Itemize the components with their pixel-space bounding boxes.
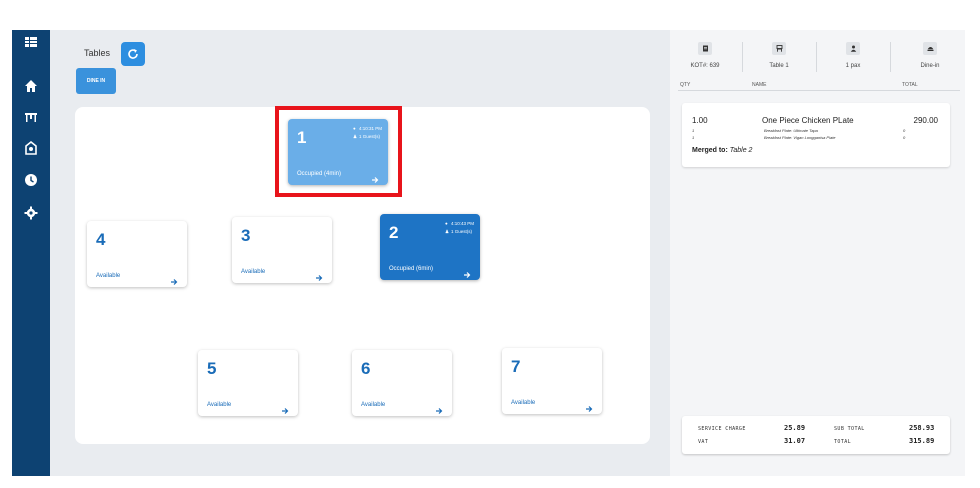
arrow-right-icon bbox=[170, 273, 178, 285]
modifier-name: Breakfast Plate: Vigan Longganisa Plate bbox=[764, 135, 836, 140]
kot-info: KOT#: 639 bbox=[675, 42, 735, 69]
vat-value: 31.07 bbox=[784, 437, 806, 445]
home-icon[interactable] bbox=[21, 76, 41, 96]
table-status: Available bbox=[361, 402, 386, 408]
modifier-qty: 1 bbox=[692, 135, 695, 140]
table-icon[interactable] bbox=[21, 107, 41, 127]
table-status: Available bbox=[241, 269, 266, 275]
table-status: Available bbox=[207, 402, 232, 408]
table-info: Table 1 bbox=[749, 42, 809, 69]
selection-highlight bbox=[275, 106, 402, 197]
receipt-icon[interactable] bbox=[21, 138, 41, 158]
table-number: 5 bbox=[207, 359, 217, 378]
page-title: Tables bbox=[84, 48, 111, 58]
app-window: Tables DINE IN 1 ● 4:10:31 PM ♟ 1 Guest(s)… bbox=[12, 30, 965, 476]
pax-info: 1 pax bbox=[823, 42, 883, 69]
sub-total-label: SUB TOTAL bbox=[834, 426, 865, 432]
document-icon bbox=[698, 42, 712, 55]
column-total: TOTAL bbox=[902, 82, 918, 88]
table-status: Occupied (6min) bbox=[389, 266, 434, 272]
chair-icon bbox=[772, 42, 786, 55]
service-charge-value: 25.89 bbox=[784, 424, 806, 432]
item-qty: 1.00 bbox=[692, 116, 708, 125]
arrow-right-icon bbox=[435, 402, 443, 414]
clock-icon[interactable] bbox=[21, 170, 41, 190]
modifier-name: Breakfast Plate: Ultimate Tapa bbox=[764, 128, 818, 133]
arrow-right-icon bbox=[281, 402, 289, 414]
table-card-7[interactable]: 7 Available bbox=[502, 348, 602, 414]
arrow-right-icon bbox=[463, 266, 471, 278]
table-meta: ● 4:10:43 PM ♟ 1 Guest(s) bbox=[444, 221, 474, 234]
service-type-info: Dine-in bbox=[900, 42, 960, 69]
service-charge-label: SERVICE CHARGE bbox=[698, 426, 746, 432]
arrow-right-icon bbox=[585, 400, 593, 412]
order-item[interactable]: 1.00 One Piece Chicken PLate 290.00 1 Br… bbox=[682, 103, 950, 167]
item-total: 290.00 bbox=[913, 116, 938, 125]
dine-in-icon bbox=[923, 42, 937, 55]
table-card-5[interactable]: 5 Available bbox=[198, 350, 298, 416]
table-number: 4 bbox=[96, 230, 106, 249]
item-name: One Piece Chicken PLate bbox=[762, 116, 854, 125]
person-icon bbox=[846, 42, 860, 55]
total-label: TOTAL bbox=[834, 439, 852, 445]
dine-in-button[interactable]: DINE IN bbox=[76, 68, 116, 94]
vat-label: VAT bbox=[698, 439, 709, 445]
table-number: 7 bbox=[511, 357, 521, 376]
order-summary: SERVICE CHARGE 25.89 VAT 31.07 SUB TOTAL… bbox=[682, 416, 950, 454]
order-panel: KOT#: 639 Table 1 1 pax Dine-in QTY NAME… bbox=[670, 30, 965, 476]
arrow-right-icon bbox=[315, 269, 323, 281]
table-number: 6 bbox=[361, 359, 371, 378]
table-card-2[interactable]: 2 ● 4:10:43 PM ♟ 1 Guest(s) Occupied (6min… bbox=[380, 214, 480, 280]
sidebar bbox=[12, 30, 50, 476]
sub-total-value: 258.93 bbox=[909, 424, 935, 432]
menu-grid-icon[interactable] bbox=[21, 32, 41, 52]
table-status: Available bbox=[96, 273, 121, 279]
modifier-price: 0 bbox=[903, 135, 906, 140]
floor-main: Tables DINE IN 1 ● 4:10:31 PM ♟ 1 Guest(s)… bbox=[50, 30, 670, 476]
column-name: NAME bbox=[752, 82, 767, 88]
table-status: Available bbox=[511, 400, 536, 406]
merged-info: Merged to: Table 2 bbox=[692, 147, 753, 154]
gear-icon[interactable] bbox=[21, 203, 41, 223]
table-card-3[interactable]: 3 Available bbox=[232, 217, 332, 283]
total-value: 315.89 bbox=[909, 437, 935, 445]
table-number: 2 bbox=[389, 223, 399, 242]
table-card-4[interactable]: 4 Available bbox=[87, 221, 187, 287]
column-qty: QTY bbox=[680, 82, 691, 88]
refresh-button[interactable] bbox=[121, 42, 145, 66]
table-card-6[interactable]: 6 Available bbox=[352, 350, 452, 416]
modifier-qty: 1 bbox=[692, 128, 695, 133]
refresh-icon bbox=[128, 49, 138, 59]
table-number: 3 bbox=[241, 226, 251, 245]
modifier-price: 0 bbox=[903, 128, 906, 133]
order-info-bar: KOT#: 639 Table 1 1 pax Dine-in bbox=[670, 30, 965, 78]
